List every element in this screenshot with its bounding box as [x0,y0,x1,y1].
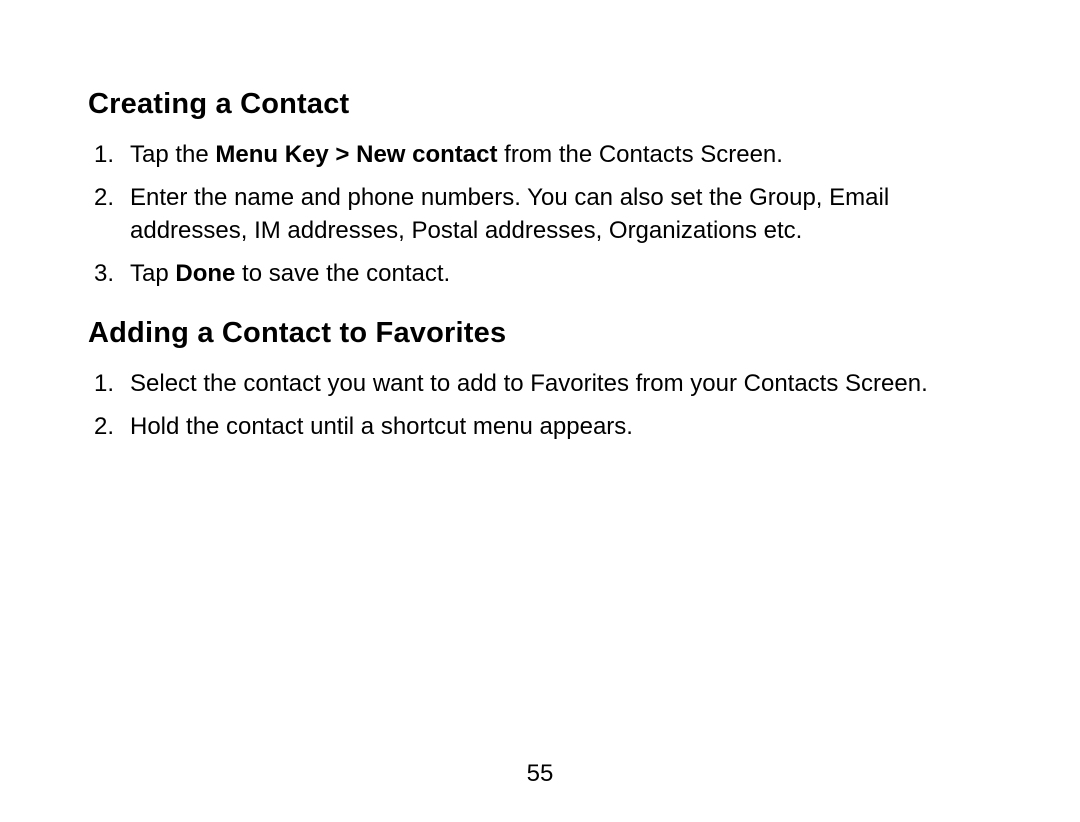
list-item: Select the contact you want to add to Fa… [88,368,990,400]
step-text: Hold the contact until a shortcut menu a… [130,413,633,440]
step-text-bold: Done [175,260,235,287]
step-text-suffix: from the Contacts Screen. [497,141,782,168]
steps-list-adding-favorites: Select the contact you want to add to Fa… [88,368,990,444]
list-item: Enter the name and phone numbers. You ca… [88,182,990,247]
step-text-prefix: Tap the [130,141,215,168]
list-item: Hold the contact until a shortcut menu a… [88,411,990,443]
step-text-suffix: to save the contact. [235,260,450,287]
section-heading-creating-contact: Creating a Contact [88,88,990,121]
step-text: Enter the name and phone numbers. You ca… [130,184,889,243]
list-item: Tap Done to save the contact. [88,258,990,290]
step-text-prefix: Tap [130,260,175,287]
steps-list-creating-contact: Tap the Menu Key > New contact from the … [88,139,990,291]
step-text: Select the contact you want to add to Fa… [130,370,928,397]
section-heading-adding-favorites: Adding a Contact to Favorites [88,317,990,350]
page-number: 55 [527,760,554,788]
step-text-bold: Menu Key > New contact [215,141,497,168]
list-item: Tap the Menu Key > New contact from the … [88,139,990,171]
